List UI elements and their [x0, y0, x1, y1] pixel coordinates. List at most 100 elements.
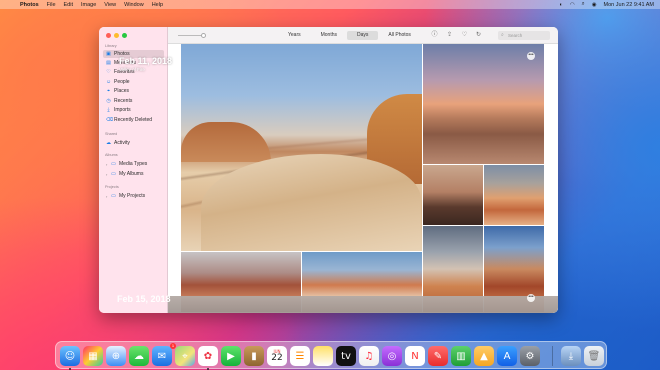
siri-icon[interactable]: ◉: [592, 2, 597, 8]
finder-icon[interactable]: ☺: [60, 346, 80, 366]
toolbar: Years Months Days All Photos ⓘ ⇪ ♡ ↻ Sea…: [168, 27, 558, 44]
chevron-right-icon[interactable]: ›: [106, 194, 110, 199]
calendar-icon[interactable]: JUN 22: [267, 346, 287, 366]
tab-months[interactable]: Months: [311, 31, 347, 40]
sidebar-item-activity[interactable]: ☁ Activity: [103, 139, 164, 147]
maps-icon[interactable]: ⌖: [175, 346, 195, 366]
zoom-slider-knob[interactable]: [201, 33, 206, 38]
folder-icon: ▭: [111, 160, 116, 167]
menu-view[interactable]: View: [104, 2, 116, 8]
facetime-icon[interactable]: ▶: [221, 346, 241, 366]
dock-separator: [552, 346, 553, 366]
contacts-icon[interactable]: ▮: [244, 346, 264, 366]
sidebar-item-media-types[interactable]: › ▭ Media Types: [103, 160, 164, 168]
photos-window: Library ▣ Photos ▤ Memories ♡ Favorites …: [99, 27, 558, 313]
group-date-title: Feb 11, 2018: [119, 56, 173, 66]
system-preferences-icon[interactable]: ⚙: [520, 346, 540, 366]
sidebar-item-imports[interactable]: ⤓ Imports: [103, 106, 164, 114]
import-icon: ⤓: [107, 106, 110, 113]
tab-days[interactable]: Days: [347, 31, 379, 40]
view-segmented-control: Years Months Days All Photos: [278, 31, 421, 40]
sidebar-item-label: My Albums: [119, 171, 144, 177]
info-icon[interactable]: ⓘ: [431, 32, 438, 39]
sidebar-item-my-projects[interactable]: › ▭ My Projects: [103, 192, 164, 200]
sidebar-item-places[interactable]: ⌖ Places: [103, 87, 164, 95]
sidebar-section-library: Library: [105, 44, 117, 48]
launchpad-icon[interactable]: ▦: [83, 346, 103, 366]
rotate-icon[interactable]: ↻: [475, 32, 482, 39]
photo-rock-dusk[interactable]: [423, 165, 483, 225]
menubar-datetime[interactable]: Mon Jun 22 9:41 AM: [604, 2, 654, 8]
sidebar-item-my-albums[interactable]: › ▭ My Albums: [103, 170, 164, 178]
minimize-button[interactable]: [114, 33, 119, 38]
folder-icon: ▭: [111, 170, 116, 177]
menu-window[interactable]: Window: [124, 2, 144, 8]
group2-date-title: Feb 15, 2018: [117, 294, 171, 304]
next-group-header: [168, 296, 558, 313]
share-icon[interactable]: ⇪: [446, 32, 453, 39]
messages-icon[interactable]: ☁: [129, 346, 149, 366]
menu-edit[interactable]: Edit: [64, 2, 73, 8]
sidebar-item-label: Imports: [114, 107, 131, 113]
apple-tv-icon[interactable]: tv: [336, 346, 356, 366]
heart-icon: ♡: [106, 68, 111, 75]
sidebar-item-label: People: [114, 79, 130, 85]
trash-icon[interactable]: 🗑: [584, 346, 604, 366]
numbers-icon[interactable]: ▥: [451, 346, 471, 366]
sidebar-item-people[interactable]: ☺ People: [103, 78, 164, 86]
music-icon[interactable]: ♫: [359, 346, 379, 366]
sidebar-item-recently-deleted[interactable]: ⌫ Recently Deleted: [103, 116, 164, 124]
photos-icon: ▣: [106, 50, 111, 57]
downloads-icon[interactable]: ⤓: [561, 346, 581, 366]
clock-icon: ◷: [106, 97, 111, 104]
sidebar-item-label: Places: [114, 88, 130, 94]
menu-app-name[interactable]: Photos: [20, 2, 39, 8]
mail-icon[interactable]: ✉: [152, 346, 172, 366]
pages-icon[interactable]: ✎: [428, 346, 448, 366]
safari-icon[interactable]: ⊕: [106, 346, 126, 366]
mail-badge: 1: [170, 343, 176, 349]
podcasts-icon[interactable]: ◎: [382, 346, 402, 366]
control-center-icon[interactable]: ◐: [560, 2, 563, 8]
cloud-icon: ☁: [106, 139, 111, 146]
wifi-icon[interactable]: ◠: [570, 2, 575, 8]
search-menu-icon[interactable]: ⌕: [582, 1, 585, 8]
photo-rock-bright[interactable]: [484, 165, 544, 225]
photo-large-valley[interactable]: [181, 44, 422, 251]
photo-sunset[interactable]: [423, 44, 544, 164]
photo-grid: [168, 44, 558, 313]
trash-icon: ⌫: [106, 116, 114, 123]
keynote-icon[interactable]: ▲: [474, 346, 494, 366]
app-store-icon[interactable]: A: [497, 346, 517, 366]
chevron-right-icon[interactable]: ›: [106, 162, 110, 167]
window-controls: [106, 33, 127, 38]
zoom-button[interactable]: [122, 33, 127, 38]
memories-icon: ▤: [106, 59, 111, 66]
sidebar-item-label: My Projects: [119, 193, 146, 199]
tab-all-photos[interactable]: All Photos: [378, 31, 421, 40]
sidebar-item-label: Recently Deleted: [114, 117, 153, 123]
sidebar-item-label: Media Types: [119, 161, 148, 167]
news-icon[interactable]: N: [405, 346, 425, 366]
search-input[interactable]: Search: [498, 31, 550, 40]
pin-icon: ⌖: [107, 87, 110, 94]
more-options-button-2[interactable]: •••: [527, 294, 535, 302]
favorite-heart-icon[interactable]: ♡: [461, 32, 468, 39]
sidebar-item-recents[interactable]: ◷ Recents: [103, 97, 164, 105]
chevron-right-icon[interactable]: ›: [106, 172, 110, 177]
sidebar-section-projects: Projects: [105, 185, 119, 189]
sidebar-item-label: Recents: [114, 98, 133, 104]
tab-years[interactable]: Years: [278, 31, 311, 40]
close-button[interactable]: [106, 33, 111, 38]
dock: ☺ ▦ ⊕ ☁ ✉ ⌖ ✿ ▶ ▮ JUN 22 ☰ tv ♫ ◎ N ✎ ▥ …: [55, 341, 607, 370]
menu-image[interactable]: Image: [81, 2, 96, 8]
menu-help[interactable]: Help: [152, 2, 163, 8]
photos-app-icon[interactable]: ✿: [198, 346, 218, 366]
notes-icon[interactable]: [313, 346, 333, 366]
reminders-icon[interactable]: ☰: [290, 346, 310, 366]
menu-bar: Photos File Edit Image View Window Help …: [0, 0, 660, 9]
group-place-subtitle: Valley of Fire: [119, 67, 145, 72]
more-options-button[interactable]: •••: [527, 52, 535, 60]
zoom-slider-track[interactable]: [178, 35, 203, 36]
menu-file[interactable]: File: [47, 2, 56, 8]
